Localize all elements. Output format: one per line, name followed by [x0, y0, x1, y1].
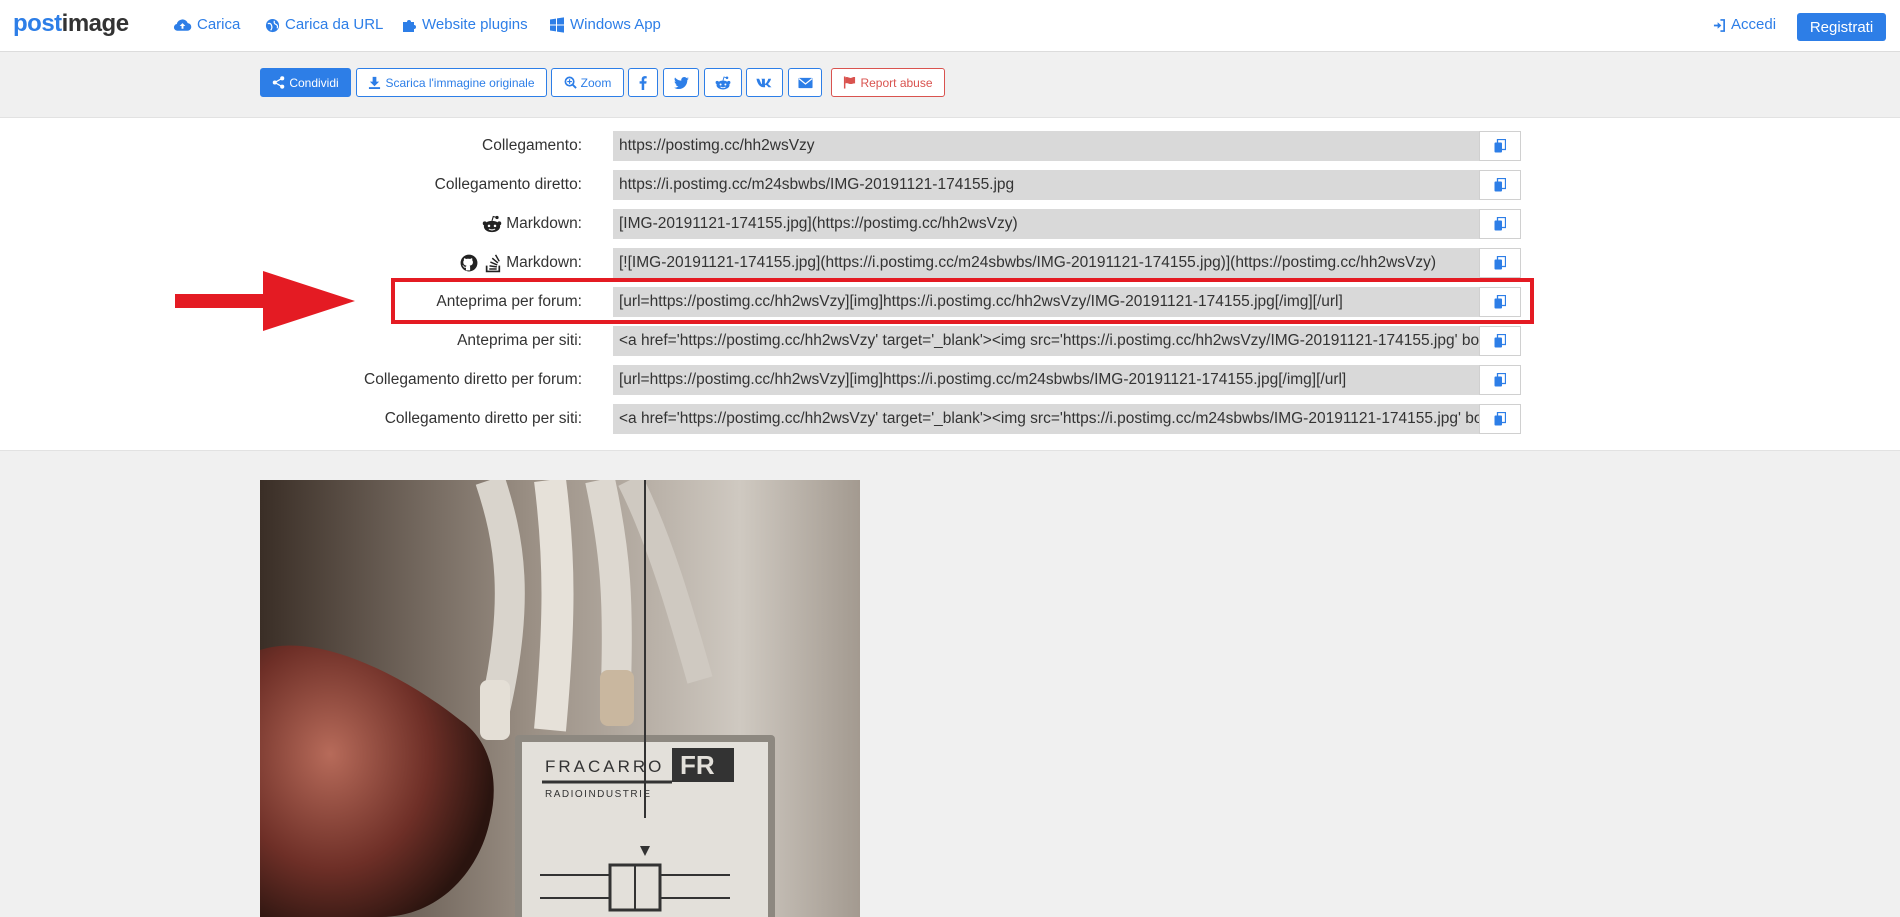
postimage-logo[interactable]: postimage [13, 10, 129, 38]
reddit-icon [715, 75, 731, 89]
device-logo-text: FR [680, 750, 715, 780]
nav-plugins-link[interactable]: Website plugins [401, 15, 528, 35]
copy-icon [1494, 373, 1506, 387]
copy-direct-link-button[interactable] [1479, 170, 1521, 200]
vk-icon [756, 78, 772, 87]
download-original-button[interactable]: Scarica l'immagine originale [356, 68, 547, 97]
nav-upload-link[interactable]: Carica [173, 15, 240, 35]
markdown-reddit-label: Markdown: [482, 209, 582, 239]
link-label: Collegamento: [482, 137, 582, 154]
direct-link-label: Collegamento diretto: [434, 176, 582, 193]
share-icon [273, 76, 285, 89]
copy-markdown-reddit-button[interactable] [1479, 209, 1521, 239]
sign-in-icon [1713, 18, 1725, 32]
copy-icon [1494, 217, 1506, 231]
uploaded-image[interactable]: FRACARRO FR RADIOINDUSTRIE [260, 480, 860, 917]
device-subtitle-text: RADIOINDUSTRIE [545, 789, 652, 800]
forum-thumbnail-label: Anteprima per forum: [436, 293, 582, 310]
red-arrow-annotation [175, 271, 355, 331]
copy-icon [1494, 178, 1506, 192]
zoom-in-icon [564, 76, 577, 89]
copy-site-thumbnail-button[interactable] [1479, 326, 1521, 356]
forum-thumbnail-field[interactable]: [url=https://postimg.cc/hh2wsVzy][img]ht… [613, 287, 1479, 317]
markdown-reddit-field[interactable]: [IMG-20191121-174155.jpg](https://postim… [613, 209, 1479, 239]
nav-upload-url-link[interactable]: Carica da URL [265, 15, 383, 35]
copy-icon [1494, 256, 1506, 270]
download-icon [369, 76, 381, 89]
copy-icon [1494, 334, 1506, 348]
nav-windows-app-link[interactable]: Windows App [549, 15, 661, 35]
facebook-icon [639, 75, 647, 90]
photo-content: FRACARRO FR RADIOINDUSTRIE [260, 480, 860, 917]
direct-link-field[interactable]: https://i.postimg.cc/m24sbwbs/IMG-201911… [613, 170, 1479, 200]
site-thumbnail-label: Anteprima per siti: [457, 332, 582, 349]
zoom-button[interactable]: Zoom [551, 68, 624, 97]
navbar: postimage Carica Carica da URL Website p… [0, 0, 1900, 52]
facebook-share-button[interactable] [628, 68, 658, 97]
direct-forum-field[interactable]: [url=https://postimg.cc/hh2wsVzy][img]ht… [613, 365, 1479, 395]
globe-icon [265, 18, 280, 32]
copy-icon [1494, 139, 1506, 153]
cloud-upload-icon [173, 19, 192, 31]
twitter-share-button[interactable] [663, 68, 699, 97]
direct-site-label: Collegamento diretto per siti: [384, 410, 582, 427]
markdown-github-label: Markdown: [460, 248, 582, 278]
report-abuse-button[interactable]: Report abuse [831, 68, 945, 97]
copy-icon [1494, 412, 1506, 426]
image-toolbar: Condividi Scarica l'immagine originale Z… [0, 52, 1900, 117]
direct-site-field[interactable]: <a href='https://postimg.cc/hh2wsVzy' ta… [613, 404, 1479, 434]
site-thumbnail-field[interactable]: <a href='https://postimg.cc/hh2wsVzy' ta… [613, 326, 1479, 356]
reddit-icon [482, 215, 502, 233]
link-field[interactable]: https://postimg.cc/hh2wsVzy [613, 131, 1479, 161]
github-icon [460, 254, 478, 272]
share-button[interactable]: Condividi [260, 68, 351, 97]
copy-forum-thumbnail-button[interactable] [1479, 287, 1521, 317]
flag-icon [844, 76, 856, 89]
copy-direct-site-button[interactable] [1479, 404, 1521, 434]
login-link[interactable]: Accedi [1713, 15, 1776, 35]
copy-markdown-github-button[interactable] [1479, 248, 1521, 278]
device-brand-text: FRACARRO [545, 757, 664, 776]
copy-direct-forum-button[interactable] [1479, 365, 1521, 395]
puzzle-icon [403, 20, 416, 32]
stackoverflow-icon [485, 254, 501, 272]
vk-share-button[interactable] [746, 68, 783, 97]
windows-icon [550, 17, 564, 33]
twitter-icon [673, 76, 689, 89]
direct-forum-label: Collegamento diretto per forum: [364, 371, 582, 388]
email-share-button[interactable] [788, 68, 822, 97]
register-button[interactable]: Registrati [1797, 13, 1886, 41]
copy-link-button[interactable] [1479, 131, 1521, 161]
envelope-icon [797, 77, 813, 88]
markdown-github-field[interactable]: [![IMG-20191121-174155.jpg](https://i.po… [613, 248, 1479, 278]
copy-icon [1494, 295, 1506, 309]
reddit-share-button[interactable] [704, 68, 742, 97]
